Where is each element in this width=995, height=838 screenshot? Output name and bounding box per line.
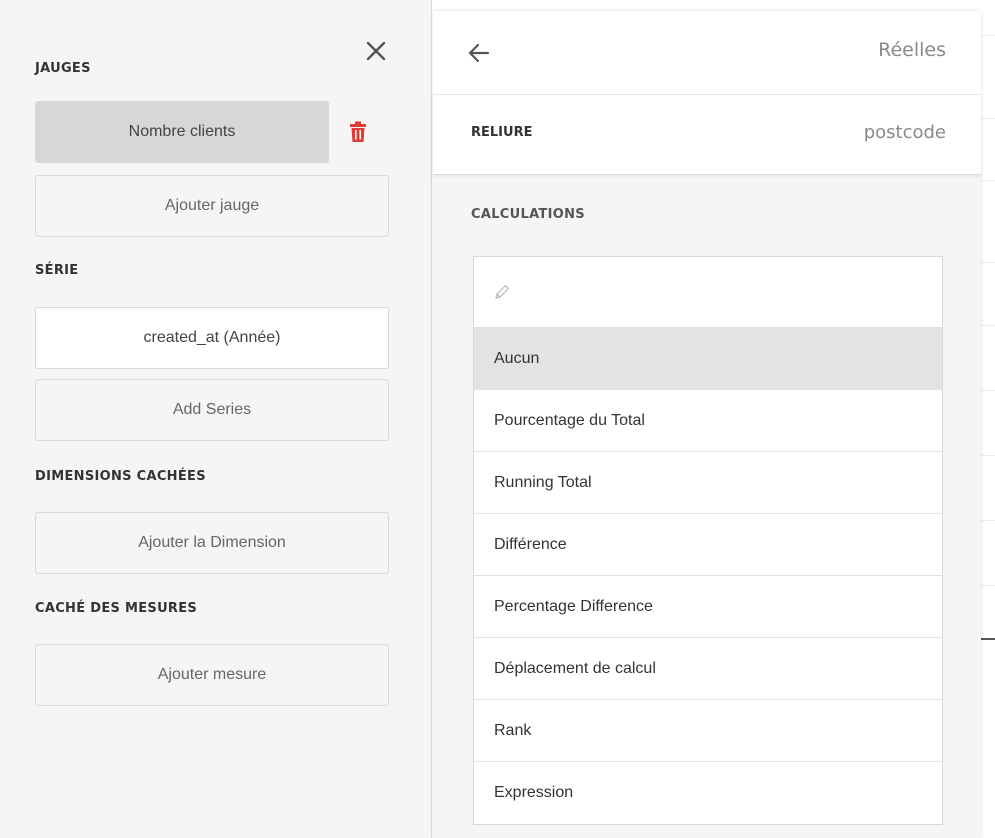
- series-item[interactable]: created_at (Année): [35, 307, 389, 369]
- pencil-icon[interactable]: [494, 284, 510, 300]
- background-marker: [981, 638, 995, 640]
- calculation-option[interactable]: Déplacement de calcul: [474, 638, 942, 700]
- calculations-label: CALCULATIONS: [471, 207, 585, 222]
- binding-row: RELIURE postcode: [433, 95, 981, 175]
- calculation-option[interactable]: Running Total: [474, 452, 942, 514]
- back-button[interactable]: [465, 39, 493, 67]
- calculation-option[interactable]: Pourcentage du Total: [474, 390, 942, 452]
- trash-icon: [350, 121, 366, 142]
- panel-header: Réelles: [433, 11, 981, 95]
- calculation-option[interactable]: Percentage Difference: [474, 576, 942, 638]
- calculation-option[interactable]: Rank: [474, 700, 942, 762]
- left-panel: JAUGES Nombre clients Ajouter jauge SÉRI…: [0, 0, 432, 838]
- right-panel: Réelles RELIURE postcode CALCULATIONS Au…: [433, 11, 981, 838]
- panel-title: Réelles: [878, 39, 946, 61]
- add-series-button[interactable]: Add Series: [35, 379, 389, 441]
- binding-value: postcode: [863, 122, 946, 143]
- hidden-measures-section-label: CACHÉ DES MESURES: [35, 601, 198, 616]
- close-button[interactable]: [361, 36, 391, 66]
- gauges-section-label: JAUGES: [35, 61, 91, 76]
- hidden-dimensions-section-label: DIMENSIONS CACHÉES: [35, 469, 206, 484]
- calculation-option[interactable]: Aucun: [474, 328, 942, 390]
- calculation-edit-row[interactable]: [474, 257, 942, 328]
- arrow-left-icon: [468, 43, 490, 63]
- delete-gauge-button[interactable]: [346, 117, 370, 147]
- add-measure-button[interactable]: Ajouter mesure: [35, 644, 389, 706]
- calculations-list: Aucun Pourcentage du Total Running Total…: [473, 256, 943, 825]
- series-section-label: SÉRIE: [35, 263, 79, 278]
- calculation-option[interactable]: Expression: [474, 762, 942, 824]
- gauge-item[interactable]: Nombre clients: [35, 101, 329, 163]
- binding-label: RELIURE: [471, 125, 533, 140]
- close-icon: [366, 41, 386, 61]
- add-dimension-button[interactable]: Ajouter la Dimension: [35, 512, 389, 574]
- add-gauge-button[interactable]: Ajouter jauge: [35, 175, 389, 237]
- calculation-option[interactable]: Différence: [474, 514, 942, 576]
